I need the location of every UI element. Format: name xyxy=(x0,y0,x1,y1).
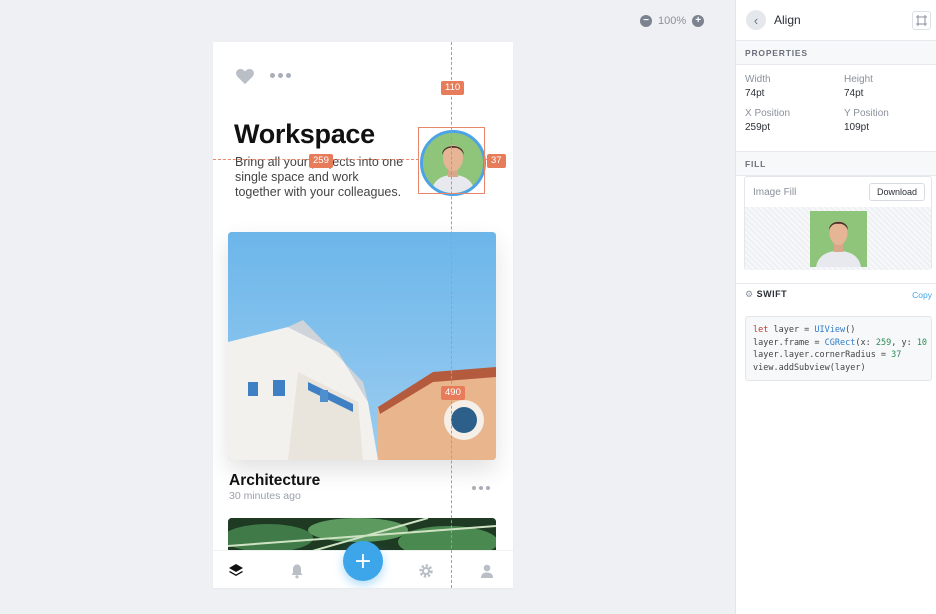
architecture-card-image[interactable] xyxy=(228,232,496,460)
swift-gear-icon: ⚙ xyxy=(745,289,754,299)
width-label: Width xyxy=(745,74,771,85)
code-type: CGRect xyxy=(824,337,856,348)
zoom-in-icon[interactable]: + xyxy=(692,15,705,27)
user-icon[interactable] xyxy=(477,561,497,581)
back-icon[interactable]: ‹ xyxy=(746,10,766,30)
image-fill-preview xyxy=(745,207,931,270)
code-number: 37 xyxy=(891,350,902,360)
code-number: 259 xyxy=(875,337,892,348)
fill-thumbnail[interactable] xyxy=(810,211,867,267)
measure-bottom: 490 xyxy=(441,386,465,400)
width-value[interactable]: 74pt xyxy=(745,88,764,99)
heart-icon[interactable] xyxy=(235,67,255,85)
measure-top: 110 xyxy=(441,81,465,95)
swift-section-header: ⚙ SWIFT Copy xyxy=(736,283,936,305)
y-position-label: Y Position xyxy=(844,108,889,119)
code-text: layer = xyxy=(768,325,815,335)
code-text: () xyxy=(845,325,856,335)
selection-box[interactable] xyxy=(418,127,485,194)
plus-icon[interactable]: + xyxy=(343,541,383,581)
code-text: layer.layer.cornerRadius = xyxy=(753,350,892,360)
measure-left: 259 xyxy=(309,154,333,168)
code-line-2: layer.frame = CGRect(x: 259, y: 10 xyxy=(753,337,931,350)
card-timestamp: 30 minutes ago xyxy=(229,490,301,502)
x-position-label: X Position xyxy=(745,108,791,119)
architecture-photo xyxy=(228,232,496,460)
swift-code-block[interactable]: let layer = UIView() layer.frame = CGRect… xyxy=(745,316,932,381)
vertical-guide xyxy=(451,42,452,588)
tab-bar: + xyxy=(213,541,513,588)
zoom-out-icon[interactable]: − xyxy=(640,15,652,27)
card-more-icon[interactable] xyxy=(472,486,490,490)
design-canvas[interactable]: − 100% + Workspace Bring all your projec… xyxy=(0,0,735,614)
panel-title: Align xyxy=(774,13,801,27)
image-fill-label: Image Fill xyxy=(753,187,797,198)
inspector-panel: ‹ Align PROPERTIES Width 74pt Height 74p… xyxy=(735,0,936,614)
layers-icon[interactable] xyxy=(226,561,246,581)
height-value[interactable]: 74pt xyxy=(844,88,863,99)
zoom-level: 100% xyxy=(658,15,687,27)
code-text: (x: xyxy=(855,337,876,348)
code-text: layer.frame = xyxy=(753,337,825,348)
properties-section-header: PROPERTIES xyxy=(736,41,936,65)
page-title: Workspace xyxy=(234,119,375,149)
swift-section-label: SWIFT xyxy=(756,289,788,299)
copy-button[interactable]: Copy xyxy=(912,290,932,300)
y-position-value[interactable]: 109pt xyxy=(844,122,869,133)
properties-grid: Width 74pt Height 74pt X Position 259pt … xyxy=(736,65,936,152)
code-keyword: let xyxy=(753,325,769,335)
frame-icon[interactable] xyxy=(912,11,931,30)
more-icon[interactable] xyxy=(270,73,291,78)
measure-right: 37 xyxy=(487,154,506,168)
fill-section-header: FILL xyxy=(736,152,936,176)
bell-icon[interactable] xyxy=(287,561,307,581)
code-line-3: layer.layer.cornerRadius = 37 xyxy=(753,349,931,362)
code-number: 10 xyxy=(916,337,928,348)
card-title: Architecture xyxy=(229,472,321,489)
image-fill-box: Image Fill Download xyxy=(744,176,932,270)
zoom-control: − 100% + xyxy=(640,15,705,27)
code-line-4: view.addSubview(layer) xyxy=(753,362,866,373)
panel-header: ‹ Align xyxy=(736,0,936,41)
code-line-1: let layer = UIView() xyxy=(753,324,931,337)
x-position-value[interactable]: 259pt xyxy=(745,122,770,133)
code-text: , y: xyxy=(891,337,917,348)
code-type: UIView xyxy=(814,325,846,335)
phone-artboard[interactable]: Workspace Bring all your projects into o… xyxy=(213,42,513,588)
download-button[interactable]: Download xyxy=(868,183,925,201)
gear-icon[interactable] xyxy=(416,561,436,581)
height-label: Height xyxy=(844,74,873,85)
